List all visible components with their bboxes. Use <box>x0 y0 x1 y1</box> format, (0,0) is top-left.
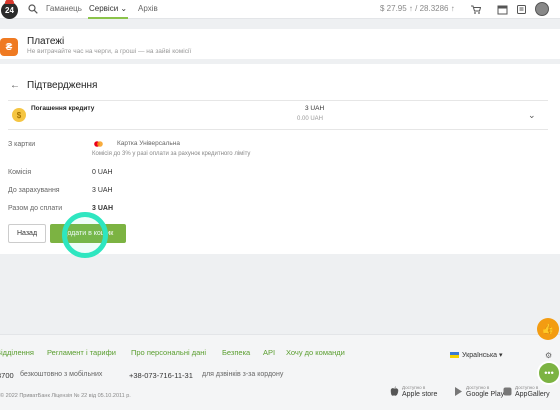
user-avatar[interactable] <box>535 2 549 16</box>
card-commission-note: Комісія до 3% у разі оплати за рахунок к… <box>92 151 251 157</box>
card-name[interactable]: Картка Універсальна <box>117 140 180 147</box>
top-navigation-bar: 24 Гаманець Сервіси ⌄ Архів $ 27.95 ↑ / … <box>0 0 560 19</box>
cart-icon[interactable] <box>470 4 481 15</box>
hryvnia-icon: ₴ <box>0 38 18 56</box>
google-play-icon <box>455 387 462 396</box>
nav-services[interactable]: Сервіси ⌄ <box>89 4 127 13</box>
nav-wallet[interactable]: Гаманець <box>46 4 82 13</box>
mastercard-icon <box>94 141 103 147</box>
apple-store-small-label: Доступно в <box>402 385 426 390</box>
footer-link-careers[interactable]: Хочу до команди <box>286 348 345 357</box>
chevron-down-icon: ⌄ <box>120 4 128 13</box>
expand-chevron-icon[interactable]: ⌄ <box>528 110 536 121</box>
credited-label: До зарахування <box>8 187 60 194</box>
back-arrow-icon[interactable]: ← <box>10 80 20 91</box>
commission-label: Комісія <box>8 169 32 176</box>
settings-icon[interactable]: ⚙ <box>545 351 552 360</box>
nav-archive[interactable]: Архів <box>138 4 158 13</box>
apple-store-label: Apple store <box>402 391 438 398</box>
from-card-label: З картки <box>8 141 36 148</box>
credited-value: 3 UAH <box>92 187 113 194</box>
commission-value: 0 UAH <box>92 169 113 176</box>
appgallery-icon <box>503 387 512 396</box>
chat-icon[interactable]: ••• <box>537 361 560 385</box>
footer-link-branches[interactable]: Відділення <box>0 348 34 357</box>
short-phone-note: безкоштовно з мобільних <box>20 371 103 378</box>
confirmation-title: Підтвердження <box>27 80 98 91</box>
notifications-icon[interactable] <box>516 4 527 15</box>
active-tab-indicator <box>88 17 128 19</box>
license-text: © 2022 ПриватБанк Ліцензія № 22 від 05.1… <box>0 393 131 399</box>
footer-link-security[interactable]: Безпека <box>222 348 250 357</box>
loan-payment-row[interactable]: $ Погашення кредиту 3 UAH 0.00 UAH ⌄ <box>8 100 548 130</box>
total-value: 3 UAH <box>92 205 114 212</box>
exchange-rates: $ 27.95 ↑ / 28.3286 ↑ <box>380 4 455 13</box>
appgallery-label: AppGallery <box>515 391 550 398</box>
footer: Відділення Регламент і тарифи Про персон… <box>0 334 560 410</box>
google-play-label: Google Play <box>466 391 505 398</box>
long-phone-number[interactable]: +38-073-716-11-31 <box>129 371 193 380</box>
back-button[interactable]: Назад <box>8 224 46 243</box>
confirmation-card: ← Підтвердження $ Погашення кредиту 3 UA… <box>0 64 560 254</box>
language-selector[interactable]: Українська ▾ <box>450 351 503 359</box>
page-subtitle: Не витрачайте час на черги, а гроші — на… <box>27 48 192 55</box>
money-bag-icon: $ <box>12 108 26 122</box>
loan-fee: 0.00 UAH <box>297 116 324 122</box>
apple-icon <box>390 386 399 396</box>
footer-link-api[interactable]: API <box>263 348 275 357</box>
appgallery-small-label: Доступно в <box>515 385 539 390</box>
page-title: Платежі <box>27 36 65 47</box>
loan-name: Погашення кредиту <box>31 105 95 112</box>
chevron-down-icon: ▾ <box>499 352 503 359</box>
thumbs-up-icon[interactable]: 👍 <box>537 318 559 340</box>
footer-link-regulations[interactable]: Регламент і тарифи <box>47 348 116 357</box>
nav-services-label: Сервіси <box>89 4 119 13</box>
apple-store-badge[interactable]: Доступно в Apple store <box>388 381 448 403</box>
santa-hat-icon <box>5 0 14 4</box>
long-phone-note: для дзвінків з-за кордону <box>202 371 284 378</box>
search-icon[interactable] <box>28 4 38 14</box>
privat24-logo[interactable]: 24 <box>1 0 18 19</box>
google-play-small-label: Доступно в <box>466 385 490 390</box>
loan-amount: 3 UAH <box>305 105 325 112</box>
total-label: Разом до сплати <box>8 205 63 212</box>
calendar-icon[interactable] <box>497 4 508 15</box>
footer-link-personal-data[interactable]: Про персональні дані <box>131 348 206 357</box>
payments-header: ₴ Платежі Не витрачайте час на черги, а … <box>0 29 560 59</box>
ukraine-flag-icon <box>450 352 459 359</box>
add-to-cart-button[interactable]: Додати в кошик <box>50 224 126 243</box>
language-label: Українська <box>462 352 498 359</box>
logo-text: 24 <box>1 2 18 19</box>
short-phone-number[interactable]: 3700 <box>0 371 14 380</box>
